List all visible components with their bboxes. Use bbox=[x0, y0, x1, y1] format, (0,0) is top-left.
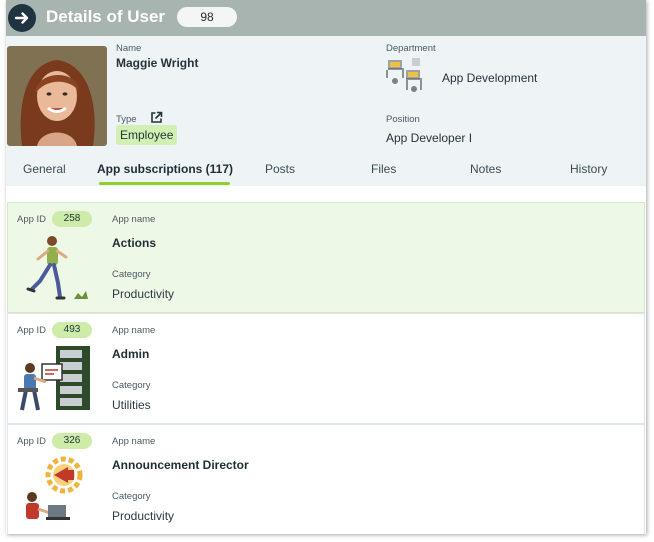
count-badge: 98 bbox=[177, 7, 237, 27]
position-label: Position bbox=[386, 114, 420, 125]
app-name-label: App name bbox=[112, 325, 156, 336]
app-name-label: App name bbox=[112, 436, 156, 447]
tab-general[interactable]: General bbox=[23, 162, 66, 176]
category-value: Utilities bbox=[112, 398, 151, 412]
app-id-label: App ID bbox=[17, 436, 47, 447]
running-person-icon bbox=[16, 233, 92, 303]
server-admin-icon bbox=[16, 344, 92, 414]
category-label: Category bbox=[112, 380, 151, 391]
app-id-badge: 493 bbox=[52, 322, 92, 338]
app-id-label: App ID bbox=[17, 325, 47, 336]
app-name-label: App name bbox=[112, 214, 156, 225]
type-badge: Employee bbox=[116, 125, 178, 145]
app-name: Actions bbox=[112, 236, 157, 250]
tab-posts[interactable]: Posts bbox=[265, 162, 295, 176]
back-button[interactable] bbox=[8, 4, 36, 32]
list-item[interactable]: App ID 326 App name Announcement Directo… bbox=[7, 424, 645, 534]
app-id-badge: 326 bbox=[52, 433, 92, 449]
tab-files[interactable]: Files bbox=[371, 162, 396, 176]
title-bar: Details of User 98 bbox=[6, 0, 646, 36]
tab-history[interactable]: History bbox=[570, 162, 607, 176]
tab-notes[interactable]: Notes bbox=[470, 162, 501, 176]
category-value: Productivity bbox=[112, 287, 175, 301]
page-title: Details of User bbox=[46, 7, 166, 26]
department-label: Department bbox=[386, 43, 436, 54]
app-id-label: App ID bbox=[17, 214, 47, 225]
department-value: App Development bbox=[442, 71, 538, 85]
category-label: Category bbox=[112, 491, 151, 502]
tab-app-subscriptions[interactable]: App subscriptions (117) bbox=[97, 162, 233, 176]
name-label: Name bbox=[116, 43, 142, 54]
active-tab-indicator bbox=[99, 182, 230, 185]
app-id-badge: 258 bbox=[52, 211, 92, 227]
list-item[interactable]: App ID 258 App name Actions Category Pro… bbox=[7, 202, 645, 313]
user-name: Maggie Wright bbox=[116, 56, 199, 70]
type-label: Type bbox=[116, 114, 137, 125]
user-profile: Name Maggie Wright Type Employee Departm… bbox=[6, 36, 646, 186]
category-value: Productivity bbox=[112, 509, 175, 523]
app-name: Admin bbox=[112, 347, 150, 361]
arrow-right-icon bbox=[14, 12, 29, 24]
user-photo bbox=[7, 46, 107, 146]
user-details-window: Details of User 98 Name Maggie Wright Ty… bbox=[6, 0, 646, 534]
list-item[interactable]: App ID 493 App name Admin Category Utili… bbox=[7, 313, 645, 424]
office-desks-icon bbox=[386, 56, 426, 99]
position-value: App Developer I bbox=[386, 131, 473, 145]
app-name: Announcement Director bbox=[112, 458, 249, 472]
megaphone-gear-icon bbox=[16, 455, 92, 525]
category-label: Category bbox=[112, 269, 151, 280]
